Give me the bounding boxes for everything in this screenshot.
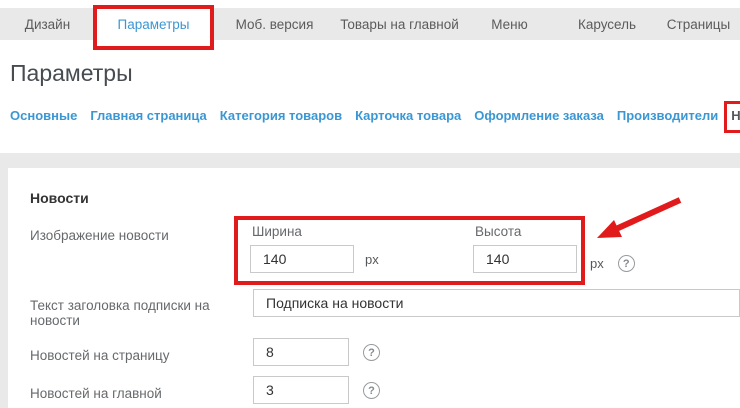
- subnav-item-manufacturers[interactable]: Производители: [617, 108, 718, 123]
- subnav-item-product-category[interactable]: Категория товаров: [220, 108, 342, 123]
- width-input[interactable]: [250, 245, 354, 273]
- subnav-item-news[interactable]: Новости: [731, 108, 740, 123]
- tab-products-on-main[interactable]: Товары на главной: [337, 8, 462, 40]
- news-image-label: Изображение новости: [30, 216, 234, 243]
- help-icon[interactable]: ?: [363, 344, 380, 361]
- news-per-page-label: Новостей на страницу: [30, 338, 253, 363]
- tab-mobile-version[interactable]: Моб. версия: [212, 8, 337, 40]
- news-per-page-input[interactable]: [253, 338, 349, 366]
- subnav-item-main-page[interactable]: Главная страница: [90, 108, 206, 123]
- subnav-item-checkout[interactable]: Оформление заказа: [474, 108, 604, 123]
- tab-menu[interactable]: Меню: [462, 8, 557, 40]
- help-icon[interactable]: ?: [618, 255, 635, 272]
- subnav-item-news-label: Новости: [731, 108, 740, 123]
- news-on-main-label: Новостей на главной: [30, 376, 253, 401]
- page-title: Параметры: [10, 60, 740, 87]
- tab-carousel[interactable]: Карусель: [557, 8, 657, 40]
- section-title-news: Новости: [30, 190, 740, 206]
- height-label: Высота: [475, 224, 577, 239]
- subscribe-title-input[interactable]: [253, 289, 740, 317]
- width-label: Ширина: [252, 224, 473, 239]
- width-field-group: Ширина px: [250, 222, 473, 273]
- form-row-news-per-page: Новостей на страницу ?: [30, 338, 740, 366]
- height-unit-label: px: [590, 256, 604, 271]
- settings-subnav: Основные Главная страница Категория това…: [10, 108, 740, 123]
- news-settings-card: Новости Изображение новости Ширина px Вы…: [8, 168, 740, 408]
- width-unit-label: px: [365, 252, 379, 267]
- tab-design[interactable]: Дизайн: [0, 8, 95, 40]
- subnav-item-basic[interactable]: Основные: [10, 108, 77, 123]
- form-row-news-image: Изображение новости Ширина px Высота: [30, 216, 740, 285]
- subscribe-title-label: Текст заголовка подписки на новости: [30, 289, 253, 328]
- form-row-subscribe-title: Текст заголовка подписки на новости: [30, 289, 740, 328]
- highlight-box-image-size: Ширина px Высота: [234, 216, 585, 285]
- help-icon[interactable]: ?: [363, 382, 380, 399]
- height-input[interactable]: [473, 245, 577, 273]
- height-field-group: Высота: [473, 222, 577, 273]
- subnav-item-product-card[interactable]: Карточка товара: [355, 108, 461, 123]
- tab-pages[interactable]: Страницы: [657, 8, 740, 40]
- tab-parameters-label: Параметры: [118, 17, 190, 32]
- tab-bar: Дизайн Параметры Моб. версия Товары на г…: [0, 8, 740, 40]
- tab-parameters[interactable]: Параметры: [95, 8, 212, 40]
- page-background: Новости Изображение новости Ширина px Вы…: [0, 153, 740, 408]
